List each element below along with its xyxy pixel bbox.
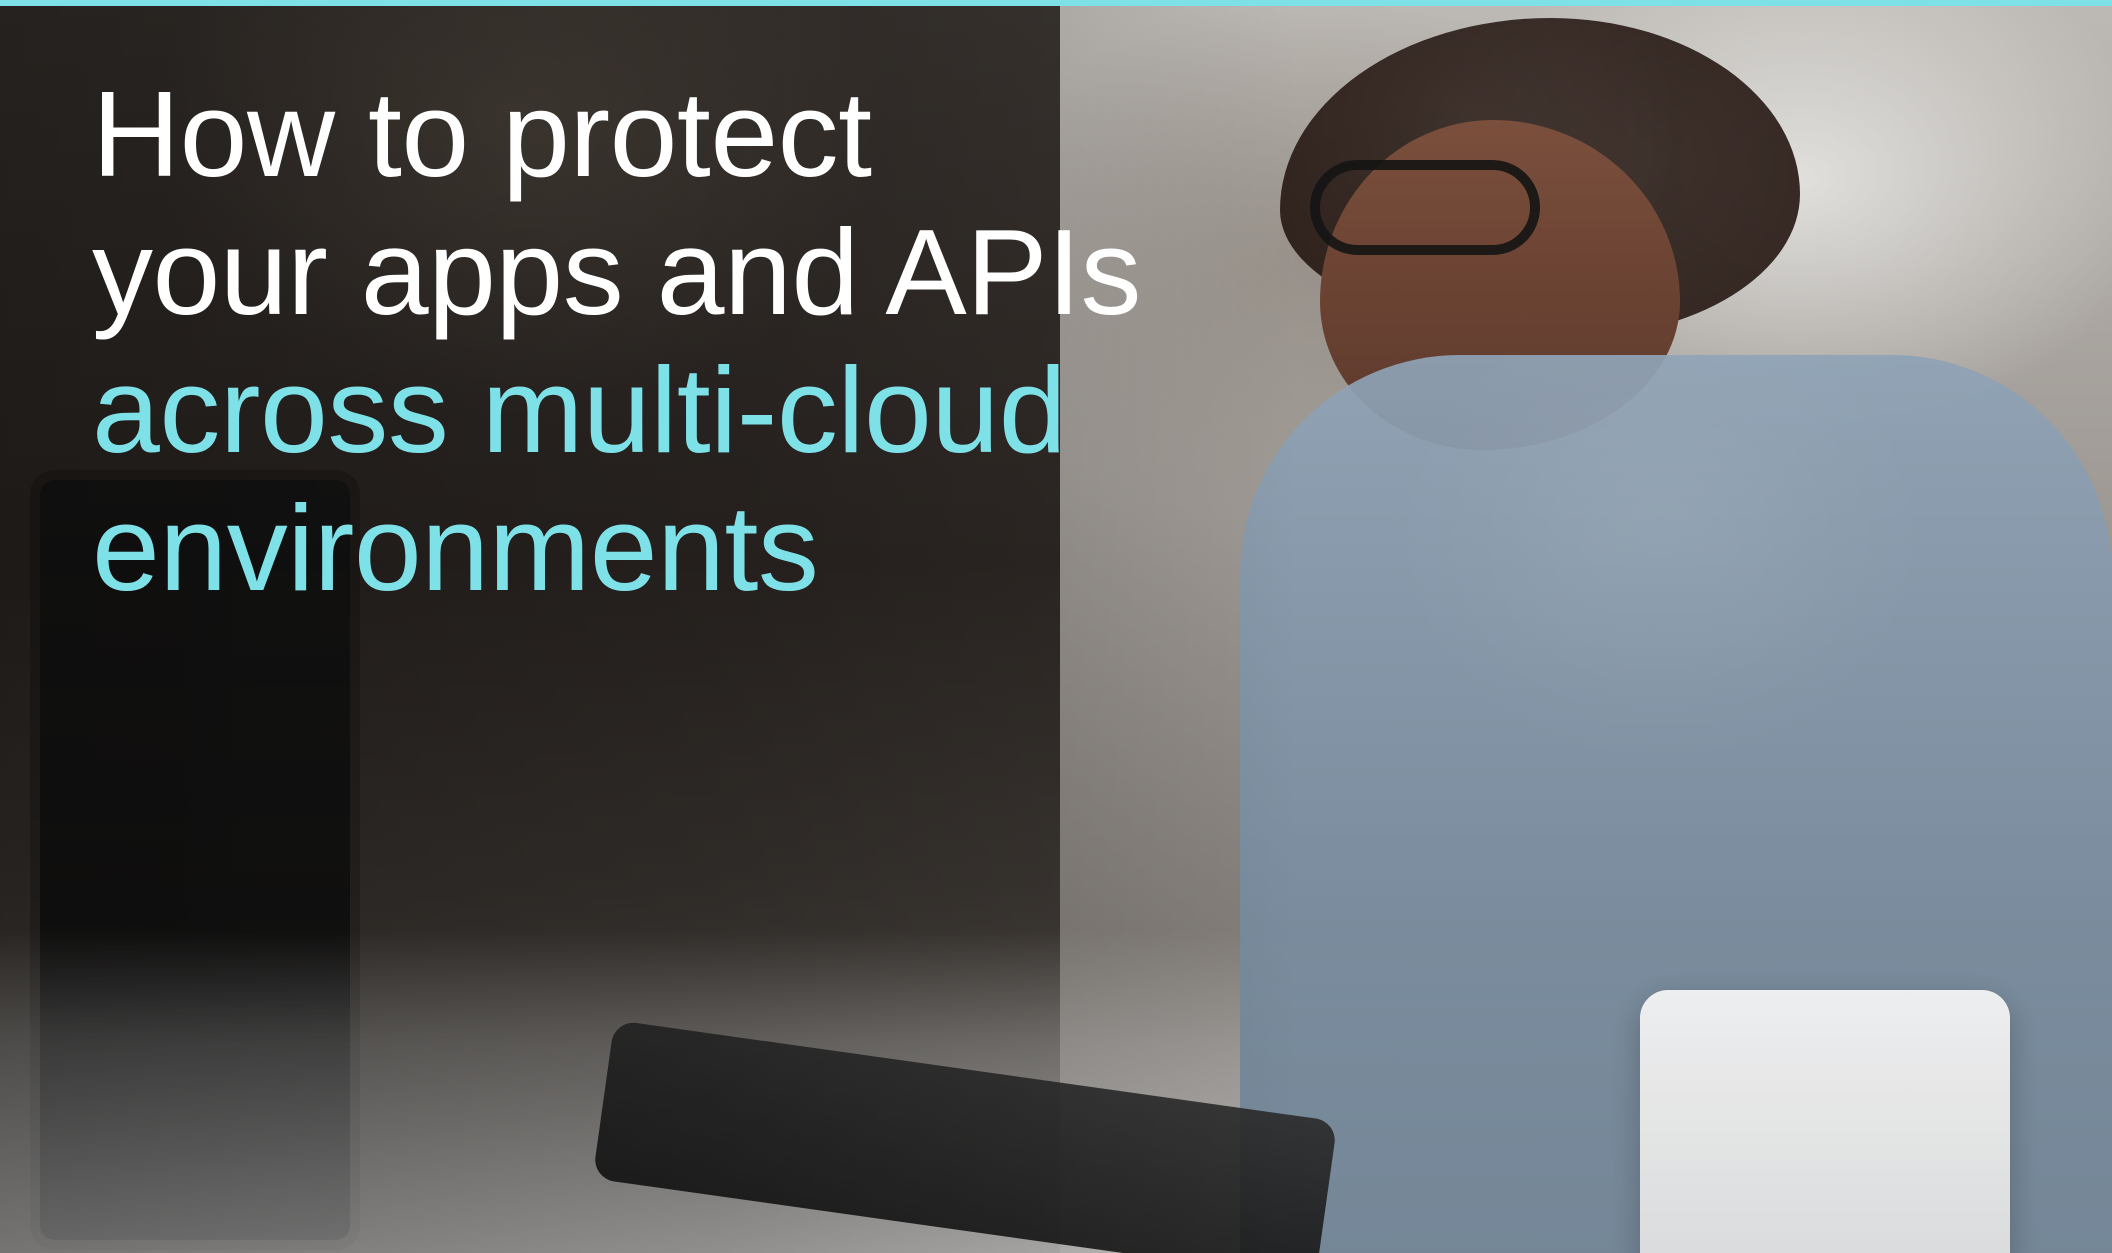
headline-line-2: your apps and APIs bbox=[92, 204, 1142, 340]
headline-line-4: environments bbox=[92, 480, 819, 616]
person-glasses bbox=[1310, 160, 1540, 255]
headline-line-3: across multi-cloud bbox=[92, 342, 1067, 478]
promo-banner: How to protect your apps and APIs across… bbox=[0, 0, 2112, 1253]
top-accent-bar bbox=[0, 0, 2112, 6]
headline: How to protect your apps and APIs across… bbox=[92, 65, 1312, 617]
cup bbox=[1640, 990, 2010, 1253]
headline-line-1: How to protect bbox=[92, 66, 872, 202]
